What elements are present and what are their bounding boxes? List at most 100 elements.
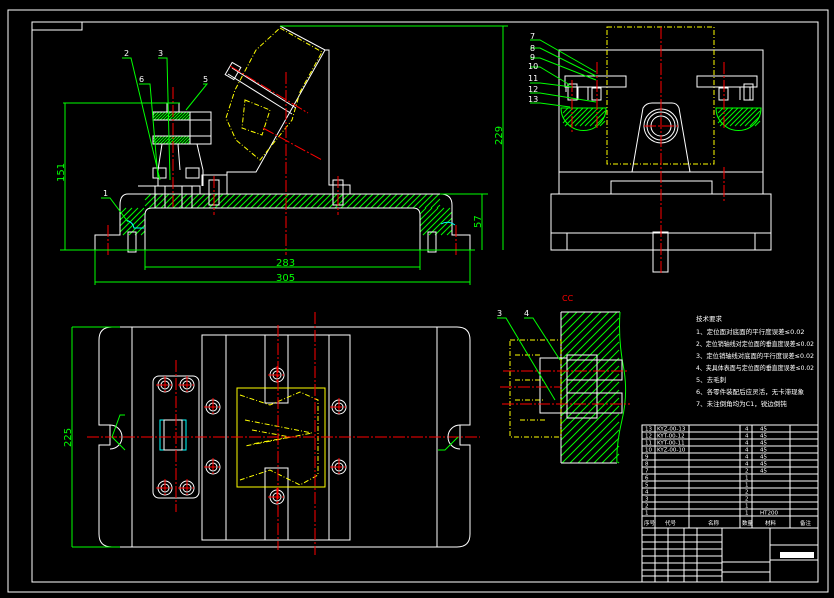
- table-cell-no: 11: [645, 441, 652, 447]
- hatch-line: [310, 193, 326, 209]
- technical-notes: 技术要求 1、定位面对底面的平行度误差≤0.02 2、定位销轴线对定位面的垂直度…: [696, 314, 814, 408]
- side-view: 7 8 9 10 11 12 13: [528, 26, 772, 275]
- hatch-line: [250, 193, 266, 209]
- hatch-line: [400, 193, 416, 209]
- note-5: 5、去毛刺: [696, 375, 726, 384]
- table-cell-no: 7: [645, 469, 649, 475]
- front-label-2: 2: [124, 49, 129, 58]
- hatch-line: [172, 193, 188, 209]
- section-label-4: 4: [524, 309, 529, 318]
- dim-151: 151: [56, 163, 67, 182]
- hatch-line: [562, 107, 569, 114]
- hatch-line: [316, 193, 332, 209]
- hatch-line: [334, 193, 350, 209]
- note-2: 2、定位销轴线对定位面的垂直度误差≤0.02: [696, 339, 814, 348]
- corner-box: [31, 21, 83, 31]
- section-view: CC 3 4: [497, 294, 630, 464]
- front-label-1: 1: [103, 189, 108, 198]
- plan-view: 225: [63, 312, 480, 555]
- hatch-line: [593, 437, 620, 464]
- hatch-line: [569, 107, 589, 127]
- hatch-line: [364, 193, 380, 209]
- hatch-line: [717, 107, 729, 119]
- hatch-line: [382, 193, 398, 209]
- table-cell-qty: 2: [745, 469, 749, 475]
- hatch-line: [238, 193, 254, 209]
- hatch-line: [244, 193, 260, 209]
- table-cell-qty: 1: [745, 483, 749, 489]
- hatch-line: [388, 193, 404, 209]
- hatch-line: [220, 193, 236, 209]
- hatch-line: [148, 193, 164, 209]
- hatch-line: [226, 193, 242, 209]
- hatch-line: [560, 311, 578, 329]
- note-4: 4、夹具体表面与定位面的垂直度误差≤0.02: [696, 363, 814, 372]
- hatch-line: [617, 461, 620, 464]
- table-cell-material: 45: [760, 462, 767, 468]
- cad-drawing: 2 3 6 5 1 151 229 57 283 305 7 8 9 10 11…: [7, 9, 829, 593]
- table-cell-no: 1: [645, 511, 649, 517]
- table-header-code: 代号: [665, 519, 677, 527]
- hatch-line: [152, 135, 160, 143]
- hatch-line: [370, 193, 386, 209]
- hatch-line: [352, 193, 368, 209]
- section-label-3: 3: [497, 309, 502, 318]
- front-view: 2 3 6 5 1 151 229 57 283 305: [56, 25, 508, 285]
- table-cell-qty: 4: [745, 427, 749, 433]
- table-cell-qty: 4: [745, 434, 749, 440]
- hatch-line: [140, 230, 146, 236]
- table-cell-code: KYZ-00-13: [657, 427, 686, 433]
- hatch-line: [446, 229, 453, 236]
- hatch-line: [274, 193, 290, 209]
- outer-frame: [7, 9, 829, 593]
- hatch-line: [144, 193, 152, 201]
- hatch-line: [719, 107, 739, 127]
- table-cell-qty: 4: [745, 448, 749, 454]
- table-cell-material: 45: [760, 469, 767, 475]
- side-label-11: 11: [528, 74, 538, 83]
- hatch-line: [394, 193, 410, 209]
- dim-305: 305: [276, 273, 295, 284]
- hatch-line: [322, 193, 338, 209]
- hatch-line: [436, 204, 441, 209]
- dim-225: 225: [63, 428, 74, 447]
- table-header-no: 序号: [644, 519, 656, 527]
- table-cell-material: 45: [760, 441, 767, 447]
- table-cell-no: 13: [645, 427, 652, 433]
- table-cell-qty: 1: [745, 476, 749, 482]
- hatch-line: [418, 193, 434, 209]
- hatch-line: [214, 193, 230, 209]
- hatch-line: [560, 311, 570, 321]
- notes-title: 技术要求: [696, 314, 723, 323]
- inner-frame: [31, 21, 819, 583]
- hatch-line: [376, 193, 392, 209]
- note-1: 1、定位面对底面的平行度误差≤0.02: [696, 327, 805, 336]
- hatch-line: [560, 311, 610, 361]
- table-header-name: 名称: [708, 519, 720, 527]
- hatch-line: [202, 193, 218, 209]
- hatch-line: [232, 193, 248, 209]
- side-label-10: 10: [528, 62, 538, 71]
- hatch-line: [292, 193, 308, 209]
- table-cell-no: 3: [645, 497, 649, 503]
- hatch-line: [406, 193, 422, 209]
- hatch-line: [734, 107, 754, 127]
- hatch-line: [183, 113, 191, 121]
- hatch-line: [440, 223, 453, 236]
- table-cell-material: 45: [760, 427, 767, 433]
- table-cell-no: 5: [645, 483, 649, 489]
- title-block: [641, 527, 819, 583]
- front-label-6: 6: [139, 75, 144, 84]
- hatch-line: [178, 193, 194, 209]
- hatch-line: [358, 193, 374, 209]
- side-label-8: 8: [530, 44, 535, 53]
- hatch-line: [328, 193, 344, 209]
- table-cell-material: 45: [760, 448, 767, 454]
- side-label-12: 12: [528, 85, 538, 94]
- hatch-line: [609, 453, 620, 464]
- note-6: 6、各零件装配后应灵活，无卡滞现象: [696, 387, 805, 396]
- table-cell-qty: 1: [745, 504, 749, 510]
- front-label-3: 3: [158, 49, 163, 58]
- hatch-line: [268, 193, 284, 209]
- side-label-7: 7: [530, 32, 535, 41]
